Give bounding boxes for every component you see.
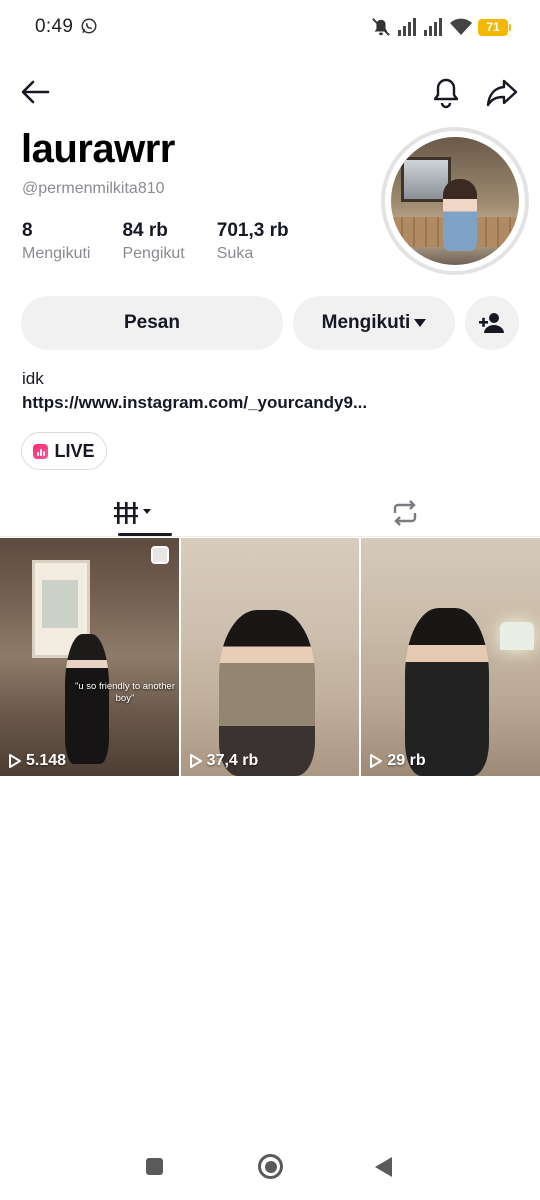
home-icon[interactable]: [258, 1154, 283, 1179]
view-count-value: 29 rb: [387, 752, 426, 769]
status-icons: 71: [370, 16, 511, 38]
tab-divider: [0, 536, 540, 537]
status-time: 0:49: [35, 16, 74, 37]
tab-reposts[interactable]: [270, 490, 540, 536]
system-nav-bar: [0, 1140, 540, 1200]
view-count: 29 rb: [369, 752, 426, 770]
stat-label: Suka: [216, 245, 254, 262]
avatar-person: [443, 179, 477, 251]
repost-icon: [393, 500, 417, 526]
back-triangle-icon[interactable]: [375, 1157, 392, 1177]
whatsapp-icon: [81, 18, 97, 34]
signal-icon: [398, 18, 416, 36]
view-count-value: 37,4 rb: [206, 752, 259, 769]
live-icon: [33, 443, 49, 459]
stat-followers[interactable]: 84 rb Pengikut: [122, 220, 184, 263]
avatar[interactable]: [381, 127, 529, 275]
tab-videos[interactable]: [0, 490, 270, 536]
live-label: LIVE: [54, 440, 95, 461]
stat-likes[interactable]: 701,3 rb Suka: [217, 220, 289, 263]
video-grid: "u so friendly to another boy" 5.148 37,…: [0, 538, 540, 776]
thumbnail-person: [405, 608, 490, 776]
stat-label: Pengikut: [122, 245, 185, 262]
play-icon: [9, 754, 21, 768]
status-bar: 0:49 71: [0, 0, 540, 52]
share-icon[interactable]: [484, 74, 520, 110]
multi-photo-icon: [150, 546, 169, 564]
wifi-icon: [450, 18, 472, 35]
play-icon: [370, 754, 383, 768]
view-count-value: 5.148: [26, 752, 67, 769]
following-button[interactable]: Mengikuti: [293, 296, 455, 350]
stat-value: 701,3 rb: [216, 220, 289, 241]
caret-down-icon: [414, 319, 427, 327]
bio-link[interactable]: https://www.instagram.com/_yourcandy9...: [22, 393, 367, 413]
message-button-label: Pesan: [124, 312, 180, 333]
signal-icon: [424, 18, 442, 36]
mute-icon: [372, 18, 390, 36]
stat-label: Mengikuti: [22, 245, 91, 262]
recent-apps-icon[interactable]: [146, 1158, 163, 1175]
live-button[interactable]: LIVE: [21, 432, 107, 470]
stat-value: 8: [22, 220, 33, 241]
bell-icon[interactable]: [428, 74, 464, 110]
arrow-left-icon[interactable]: [18, 74, 54, 110]
video-thumbnail[interactable]: 37,4 rb: [180, 538, 360, 776]
display-name: laurawrr: [21, 127, 175, 171]
username: @permenmilkita810: [22, 180, 165, 197]
avatar-image: [391, 137, 519, 265]
video-thumbnail[interactable]: "u so friendly to another boy" 5.148: [0, 538, 179, 776]
video-caption: "u so friendly to another boy": [74, 681, 175, 705]
thumbnail-window-inner: [42, 580, 78, 628]
battery-icon: 71: [478, 18, 511, 36]
stat-following[interactable]: 8 Mengikuti: [22, 220, 90, 263]
stat-value: 84 rb: [122, 220, 168, 241]
add-user-icon: [479, 313, 504, 333]
message-button[interactable]: Pesan: [21, 296, 283, 350]
thumbnail-lamp: [500, 622, 535, 650]
following-button-label: Mengikuti: [321, 312, 411, 333]
view-count: 5.148: [8, 752, 66, 770]
profile-stats: 8 Mengikuti 84 rb Pengikut 701,3 rb Suka: [22, 220, 321, 263]
play-icon: [189, 754, 202, 768]
battery-level: 71: [486, 20, 500, 34]
bio-text: idk: [22, 369, 44, 388]
grid-columns-icon: [114, 502, 151, 524]
add-friend-button[interactable]: [465, 296, 519, 350]
video-thumbnail[interactable]: 29 rb: [361, 538, 540, 776]
view-count: 37,4 rb: [189, 752, 259, 770]
